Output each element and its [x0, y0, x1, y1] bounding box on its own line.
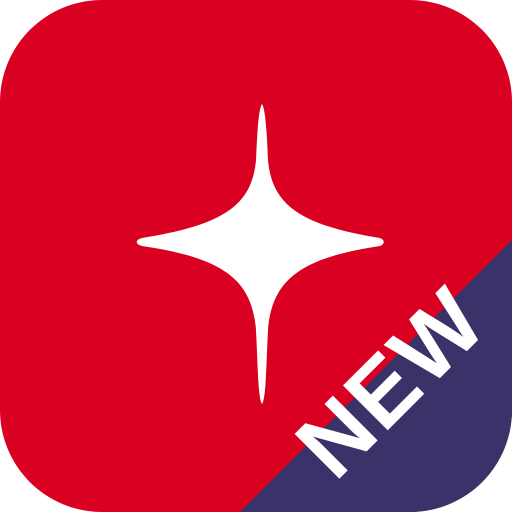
app-icon[interactable]: NEW	[0, 0, 512, 512]
app-icon-canvas: NEW	[0, 0, 512, 512]
